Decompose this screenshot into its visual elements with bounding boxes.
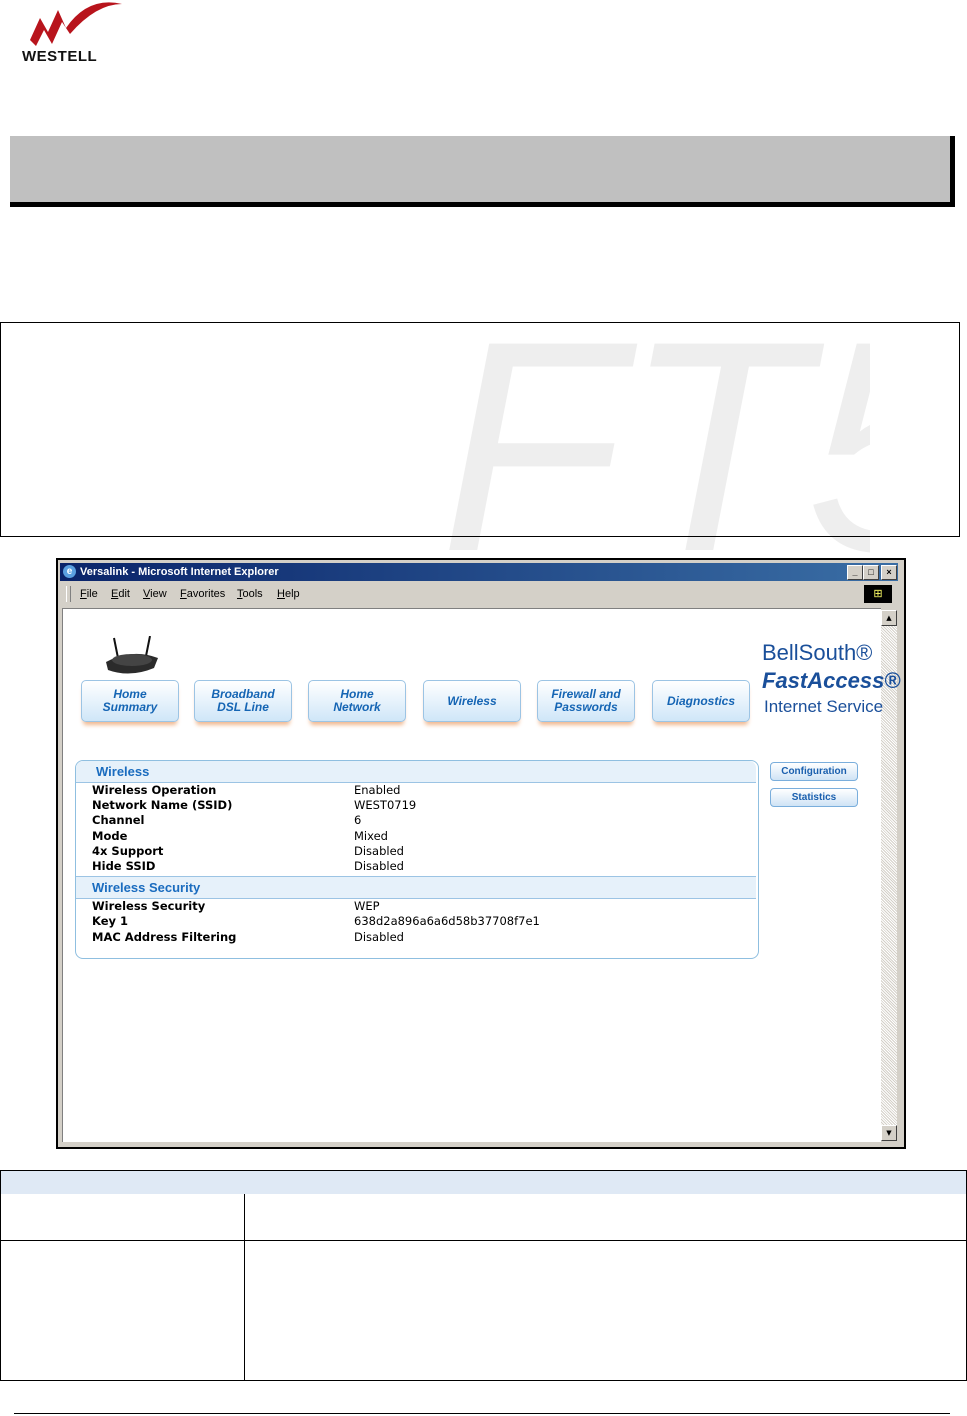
menu-file[interactable]: File [80,588,98,600]
row-value: WEP [354,899,380,913]
note-box [0,322,960,537]
nav-label: Home [113,687,147,701]
menu-favorites[interactable]: Favorites [180,588,225,600]
wireless-heading: Wireless [76,761,756,783]
table-row: Wireless Operation Enabled [92,783,400,798]
row-value: Mixed [354,829,388,843]
menu-bar: File Edit View Favorites Tools Help ⊞ [60,583,898,605]
menu-view[interactable]: View [143,588,167,600]
footer-rule [14,1413,950,1414]
router-image [106,636,158,674]
table-row: Hide SSID Disabled [92,859,404,874]
table-row: Wireless Security WEP [92,899,380,914]
row-value: 638d2a896a6a6d58b37708f7e1 [354,914,540,928]
menu-help[interactable]: Help [277,588,300,600]
row-label: 4x Support [92,844,164,858]
table-row: Network Name (SSID) WEST0719 [92,798,416,813]
nav-label: Diagnostics [666,693,735,708]
nav-firewall-passwords[interactable]: Firewall and Passwords [537,680,635,722]
table-header [0,1170,967,1195]
configuration-button[interactable]: Configuration [770,762,858,781]
nav-label: Broadband [211,687,275,701]
nav-home-summary[interactable]: Home Summary [81,680,179,722]
nav-label: Home [340,687,374,701]
table-cell [0,1241,246,1335]
nav-label: DSL Line [217,700,269,714]
security-heading-text: Wireless Security [92,880,201,895]
table-cell [244,1241,967,1335]
row-value: Disabled [354,930,404,944]
window-title: Versalink - Microsoft Internet Explorer [80,566,279,578]
table-cell [0,1194,246,1241]
window-titlebar: e Versalink - Microsoft Internet Explore… [60,563,898,581]
row-label: Hide SSID [92,859,156,873]
nav-broadband-dsl-line[interactable]: Broadband DSL Line [194,680,292,722]
table-row: Mode Mixed [92,829,388,844]
wireless-security-heading: Wireless Security [76,876,756,899]
nav-label: Firewall and [551,687,621,701]
nav-label: Network [333,700,381,714]
table-row: MAC Address Filtering Disabled [92,930,404,945]
bellsouth-logo: BellSouth® [762,640,873,665]
table-row: Key 1 638d2a896a6a6d58b37708f7e1 [92,914,540,929]
maximize-button[interactable]: □ [863,565,879,580]
ie-icon: e [63,565,76,578]
table-cell [244,1194,967,1241]
table-row: Channel 6 [92,813,361,828]
wireless-heading-text: Wireless [96,764,150,779]
menu-edit[interactable]: Edit [111,588,130,600]
row-label: Wireless Operation [92,783,217,797]
row-label: Wireless Security [92,899,206,913]
fastaccess-logo: FastAccess® [762,668,901,693]
scroll-down-icon[interactable]: ▼ [881,1125,897,1141]
westell-logo-text: WESTELL [22,48,98,65]
row-label: Mode [92,829,128,843]
nav-label: Summary [102,700,158,714]
row-value: Disabled [354,859,404,873]
minimize-button[interactable]: _ [847,565,863,580]
row-value: WEST0719 [354,798,417,812]
menu-tools[interactable]: Tools [237,588,263,600]
table-row: 4x Support Disabled [92,844,404,859]
table-cell [0,1334,246,1381]
row-value: Disabled [354,844,404,858]
nav-label: Wireless [447,693,497,708]
windows-logo-icon: ⊞ [864,585,892,603]
row-label: Channel [92,813,145,827]
table-cell [244,1334,967,1381]
nav-label: Passwords [554,700,618,714]
header-band [10,136,955,207]
internet-service-text: Internet Service [764,697,884,716]
nav-wireless[interactable]: Wireless [423,680,521,722]
row-label: Network Name (SSID) [92,798,233,812]
close-button[interactable]: × [881,565,897,580]
row-value: Enabled [354,783,401,797]
row-value: 6 [354,813,362,827]
nav-diagnostics[interactable]: Diagnostics [652,680,750,722]
nav-home-network[interactable]: Home Network [308,680,406,722]
scroll-up-icon[interactable]: ▲ [881,610,897,626]
toolbar-grip [66,586,71,602]
row-label: MAC Address Filtering [92,930,237,944]
row-label: Key 1 [92,914,129,928]
statistics-button[interactable]: Statistics [770,788,858,807]
